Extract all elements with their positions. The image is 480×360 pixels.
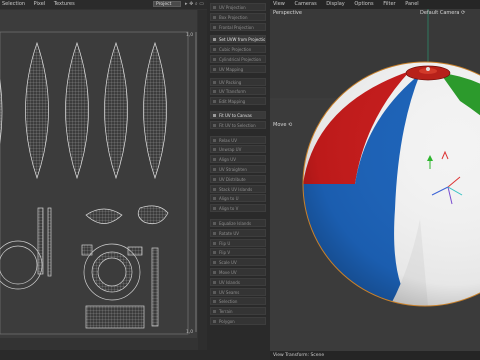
- tool-item[interactable]: Box Projection: [210, 12, 266, 21]
- tool-item[interactable]: UV Transform: [210, 87, 266, 96]
- tool-item[interactable]: Flip V: [210, 248, 266, 257]
- tool-item[interactable]: Move UV: [210, 268, 266, 276]
- menu-panel[interactable]: Panel: [405, 1, 419, 7]
- tool-item[interactable]: Frontal Projection: [210, 22, 266, 31]
- tool-item[interactable]: Equalize Islands: [210, 219, 266, 227]
- menu-textures[interactable]: Textures: [54, 1, 75, 7]
- menu-pixel[interactable]: Pixel: [34, 1, 46, 7]
- tool-item[interactable]: UV Straighten: [210, 165, 266, 173]
- uv-corner-bottom: 1,0: [186, 330, 194, 335]
- tool-item[interactable]: Scale UV: [210, 258, 266, 267]
- uv-editor-panel: Selection Pixel Textures Project ▸ ✥ ⌕ ▭: [0, 0, 207, 360]
- uv-corner-top: 1,0: [186, 33, 194, 38]
- uv-canvas[interactable]: 1,0 1,0: [0, 10, 197, 338]
- tool-item[interactable]: Align to V: [210, 204, 266, 213]
- 3d-viewport: View Cameras Display Options Filter Pane…: [270, 0, 480, 360]
- tool-item[interactable]: Cylindrical Projection: [210, 55, 266, 63]
- menu-display[interactable]: Display: [326, 1, 344, 7]
- uv-mode-select[interactable]: Project: [153, 1, 181, 7]
- uv-footer: [0, 350, 207, 360]
- beach-ball-render: [270, 9, 480, 307]
- uv-tool-panel: UV Projection Box Projection Frontal Proje…: [207, 0, 270, 360]
- move-label: Move ⟲: [273, 122, 293, 128]
- tool-item[interactable]: UV Mapping: [210, 64, 266, 73]
- tool-item[interactable]: Fit UV to Selection: [210, 120, 266, 129]
- tool-item[interactable]: UV Projection: [210, 3, 266, 11]
- tool-item[interactable]: UV Packing: [210, 77, 266, 86]
- tool-item[interactable]: Flip U: [210, 238, 266, 247]
- camera-label[interactable]: Default Camera ⟳: [420, 10, 465, 16]
- menu-cameras[interactable]: Cameras: [294, 1, 316, 7]
- tool-item[interactable]: Polygon: [210, 317, 266, 325]
- uv-lower-islands: [0, 207, 159, 329]
- tool-item[interactable]: Edit Mapping: [210, 97, 266, 106]
- uv-nav-icons[interactable]: ▸ ✥ ⌕ ▭: [185, 1, 204, 7]
- menu-selection[interactable]: Selection: [2, 1, 25, 7]
- viewport-menubar: View Cameras Display Options Filter Pane…: [270, 0, 480, 9]
- viewport-mode-label: Perspective: [273, 10, 302, 16]
- uv-scrollbar[interactable]: [198, 10, 207, 350]
- menu-view[interactable]: View: [273, 1, 285, 7]
- tool-item[interactable]: Set UVW from Projection: [210, 35, 266, 44]
- tool-item[interactable]: UV Distribute: [210, 174, 266, 183]
- tool-item[interactable]: Selection: [210, 297, 266, 306]
- tool-item[interactable]: Stack UV Islands: [210, 184, 266, 193]
- viewport-footer: View Transform: Scene: [270, 351, 480, 360]
- tool-item[interactable]: UV Seams: [210, 287, 266, 296]
- viewport-canvas[interactable]: Perspective Default Camera ⟳ Move ⟲: [270, 9, 480, 351]
- tool-item[interactable]: Relax UV: [210, 135, 266, 144]
- tool-item[interactable]: Cubic Projection: [210, 45, 266, 54]
- menu-options[interactable]: Options: [354, 1, 373, 7]
- tool-item[interactable]: UV Islands: [210, 277, 266, 286]
- uv-mesh-drawing: [0, 31, 197, 335]
- menu-filter[interactable]: Filter: [383, 1, 395, 7]
- tool-item[interactable]: Fit UV to Canvas: [210, 111, 266, 119]
- uv-gore-islands: [0, 41, 167, 180]
- uv-cap-islands: [85, 205, 169, 225]
- tool-item[interactable]: Terrain: [210, 307, 266, 316]
- tool-item[interactable]: Align to U: [210, 194, 266, 203]
- tool-item[interactable]: Unwrap UV: [210, 145, 266, 154]
- tool-item[interactable]: Align UV: [210, 155, 266, 164]
- tool-item[interactable]: Rotate UV: [210, 228, 266, 237]
